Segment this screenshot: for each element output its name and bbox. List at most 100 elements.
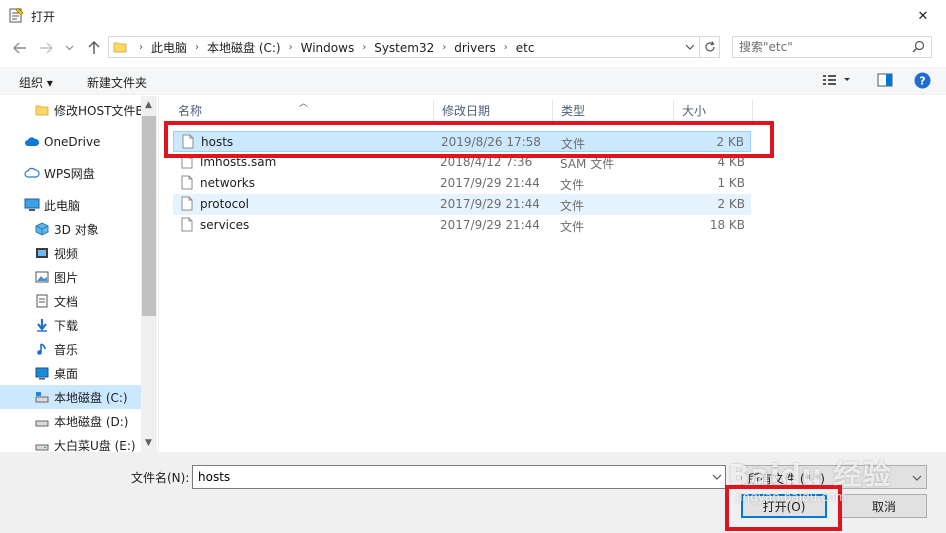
view-options-button[interactable] xyxy=(822,73,850,90)
command-bar: 组织 ▾ 新建文件夹 ? xyxy=(0,67,946,95)
folder-icon xyxy=(113,42,127,53)
video-icon xyxy=(34,245,50,261)
breadcrumb: › 此电脑 › 本地磁盘 (C:) › Windows › System32 ›… xyxy=(131,39,535,56)
wps-cloud-icon xyxy=(24,165,40,181)
file-row-networks[interactable]: networks 2017/9/29 21:44 文件 1 KB xyxy=(173,173,751,194)
svg-text:?: ? xyxy=(919,75,925,88)
computer-icon xyxy=(24,197,40,213)
chevron-right-icon[interactable]: › xyxy=(195,42,199,53)
new-folder-button[interactable]: 新建文件夹 xyxy=(87,74,147,91)
breadcrumb-windows[interactable]: Windows xyxy=(301,41,355,55)
breadcrumb-this-pc[interactable]: 此电脑 xyxy=(151,39,187,56)
baidu-watermark: Baidu 经验 xyxy=(728,458,892,491)
chevron-down-icon xyxy=(912,475,922,481)
search-icon xyxy=(912,40,925,53)
back-button[interactable] xyxy=(10,39,30,57)
drive-icon xyxy=(34,389,50,405)
details-view-icon xyxy=(823,75,850,85)
file-date: 2017/9/29 21:44 xyxy=(440,218,540,232)
sidebar-item-3d-objects[interactable]: 3D 对象 xyxy=(0,217,141,241)
file-type: 文件 xyxy=(560,178,585,192)
breadcrumb-etc[interactable]: etc xyxy=(516,41,535,55)
file-type: 文件 xyxy=(560,220,585,234)
chevron-right-icon[interactable]: › xyxy=(362,42,366,53)
breadcrumb-drivers[interactable]: drivers xyxy=(454,41,496,55)
filename-combobox[interactable] xyxy=(192,465,726,489)
file-row-services[interactable]: services 2017/9/29 21:44 文件 18 KB xyxy=(173,215,751,236)
search-input[interactable] xyxy=(739,39,909,55)
navigation-scrollbar[interactable]: ▲ ▼ xyxy=(141,96,157,452)
scrollbar-thumb[interactable] xyxy=(142,116,156,316)
documents-icon xyxy=(34,293,50,309)
filename-input[interactable] xyxy=(198,469,698,485)
chevron-down-icon[interactable] xyxy=(685,41,695,53)
up-button[interactable] xyxy=(84,39,104,57)
column-header-type[interactable]: 类型 xyxy=(553,100,674,122)
recent-locations-button[interactable] xyxy=(62,39,76,57)
arrow-right-icon xyxy=(40,42,53,54)
filename-label: 文件名(N): xyxy=(131,471,190,485)
refresh-button[interactable] xyxy=(700,36,720,58)
sidebar-item-this-pc[interactable]: 此电脑 xyxy=(0,193,141,217)
file-name: networks xyxy=(200,176,255,190)
cloud-icon xyxy=(24,134,40,150)
sidebar-item-documents[interactable]: 文档 xyxy=(0,289,141,313)
navigation-pane: 修改HOST文件B OneDrive WPS网盘 此电脑 3D 对象 视频 图片… xyxy=(0,96,157,452)
sidebar-item-videos[interactable]: 视频 xyxy=(0,241,141,265)
chevron-down-icon[interactable] xyxy=(712,471,722,483)
pictures-icon xyxy=(34,269,50,285)
file-size: 1 KB xyxy=(717,176,745,190)
file-date: 2017/9/29 21:44 xyxy=(440,176,540,190)
sidebar-item-desktop[interactable]: 桌面 xyxy=(0,361,141,385)
sidebar-item-wps-cloud[interactable]: WPS网盘 xyxy=(0,161,141,185)
notepad-icon xyxy=(9,7,24,23)
file-size: 18 KB xyxy=(709,218,745,232)
file-icon xyxy=(181,196,193,211)
column-header-size[interactable]: 大小 xyxy=(674,100,753,122)
file-icon xyxy=(181,217,193,232)
sidebar-item-local-disk-d[interactable]: 本地磁盘 (D:) xyxy=(0,409,141,433)
file-icon xyxy=(181,175,193,190)
help-icon: ? xyxy=(914,72,931,89)
window-title: 打开 xyxy=(31,10,56,24)
preview-pane-icon xyxy=(877,73,893,87)
sidebar-item-local-disk-c[interactable]: 本地磁盘 (C:) xyxy=(0,385,141,409)
download-icon xyxy=(34,317,50,333)
sidebar-item-usb-e[interactable]: 大白菜U盘 (E:) xyxy=(0,433,141,452)
sidebar-item-music[interactable]: 音乐 xyxy=(0,337,141,361)
arrow-left-icon xyxy=(13,42,26,54)
sidebar-item-host-folder[interactable]: 修改HOST文件B xyxy=(0,98,144,122)
breadcrumb-system32[interactable]: System32 xyxy=(374,41,434,55)
chevron-right-icon[interactable]: › xyxy=(504,42,508,53)
chevron-right-icon[interactable]: › xyxy=(442,42,446,53)
close-button[interactable]: ✕ xyxy=(900,0,946,32)
highlight-box-hosts xyxy=(164,121,774,158)
baidu-watermark-url: jingyan.baidu.com xyxy=(736,490,847,504)
sidebar-item-downloads[interactable]: 下载 xyxy=(0,313,141,337)
music-icon xyxy=(34,341,50,357)
preview-pane-button[interactable] xyxy=(877,73,893,90)
file-date: 2017/9/29 21:44 xyxy=(440,197,540,211)
close-icon: ✕ xyxy=(917,8,929,24)
organize-button[interactable]: 组织 ▾ xyxy=(19,74,53,91)
file-row-protocol[interactable]: protocol 2017/9/29 21:44 文件 2 KB xyxy=(173,194,751,215)
refresh-icon xyxy=(704,41,715,52)
scroll-down-icon[interactable]: ▼ xyxy=(145,438,152,448)
search-box[interactable] xyxy=(732,36,932,58)
chevron-right-icon[interactable]: › xyxy=(289,42,293,53)
cancel-button[interactable]: 取消 xyxy=(841,494,927,518)
arrow-up-icon xyxy=(88,41,100,54)
desktop-icon xyxy=(34,365,50,381)
forward-button[interactable] xyxy=(36,39,56,57)
address-bar[interactable]: › 此电脑 › 本地磁盘 (C:) › Windows › System32 ›… xyxy=(108,36,700,58)
help-button[interactable]: ? xyxy=(914,72,931,92)
column-header-date[interactable]: 修改日期 xyxy=(434,100,553,122)
scroll-up-icon[interactable]: ▲ xyxy=(145,100,152,110)
folder-icon xyxy=(34,102,50,118)
breadcrumb-local-disk-c[interactable]: 本地磁盘 (C:) xyxy=(207,39,281,56)
column-header-name[interactable]: 名称 xyxy=(170,100,434,122)
sidebar-item-onedrive[interactable]: OneDrive xyxy=(0,130,141,154)
sidebar-item-pictures[interactable]: 图片 xyxy=(0,265,141,289)
drive-icon xyxy=(34,413,50,429)
file-size: 2 KB xyxy=(717,197,745,211)
